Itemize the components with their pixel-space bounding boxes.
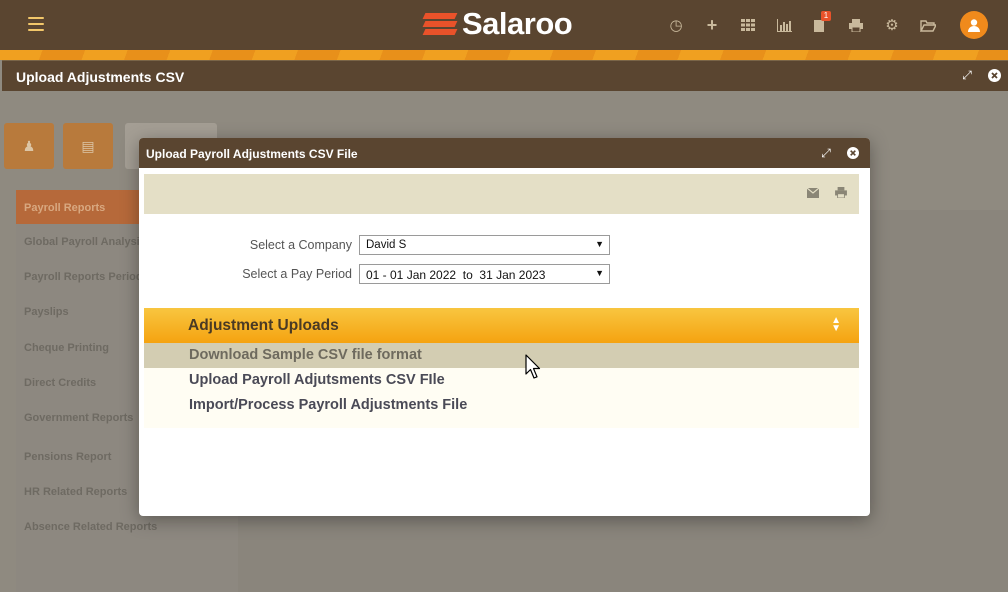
background-menu-item: Payroll Reports [24, 202, 106, 214]
top-toolbar: ◷ + 1 ⚙ [658, 10, 988, 40]
background-menu-item: Payslips [24, 306, 69, 318]
clock-icon[interactable]: ◷ [658, 10, 694, 40]
upload-csv-dialog: Upload Payroll Adjustments CSV File ⤢ Se… [139, 138, 870, 516]
background-menu-item: Direct Credits [24, 377, 97, 389]
download-sample-csv-link[interactable]: Download Sample CSV file format [144, 343, 859, 368]
link-label: Download Sample CSV file format [189, 347, 422, 363]
import-process-adjustments-link[interactable]: Import/Process Payroll Adjustments File [144, 393, 859, 418]
outer-window-header: Upload Adjustments CSV ⤢ [2, 60, 1008, 91]
link-label: Import/Process Payroll Adjustments File [189, 397, 468, 413]
company-select[interactable]: David S ▼ [359, 235, 610, 255]
background-menu-item: Payroll Reports Period [24, 271, 143, 283]
dialog-close-icon[interactable] [845, 145, 861, 161]
print-icon[interactable] [838, 10, 874, 40]
background-tile-card-icon: ▤ [63, 123, 113, 169]
header-stripe [0, 50, 1008, 60]
notification-badge: 1 [821, 11, 831, 21]
salaroo-logo: Salaroo [422, 6, 573, 42]
background-menu-item: Government Reports [24, 412, 134, 424]
grid-icon[interactable] [730, 10, 766, 40]
logo-mark-icon [422, 10, 458, 38]
pay-period-row: Select a Pay Period 01 - 01 Jan 2022 to … [139, 264, 870, 284]
chevron-down-icon: ▼ [595, 268, 604, 278]
accordion-title: Adjustment Uploads [188, 317, 339, 334]
print-icon[interactable] [835, 187, 847, 201]
documents-icon[interactable]: 1 [802, 10, 838, 40]
plus-icon[interactable]: + [694, 10, 730, 40]
pay-period-select[interactable]: 01 - 01 Jan 2022 to 31 Jan 2023 ▼ [359, 264, 610, 284]
background-menu-item: Global Payroll Analysis [24, 236, 146, 248]
background-menu-item: Pensions Report [24, 451, 112, 463]
bar-chart-icon[interactable] [766, 10, 802, 40]
gear-icon[interactable]: ⚙ [874, 10, 910, 40]
background-menu-item: Cheque Printing [24, 342, 109, 354]
background-menu-item: Absence Related Reports [24, 521, 158, 533]
minimize-icon[interactable]: ⤢ [959, 67, 975, 83]
pay-period-label: Select a Pay Period [242, 267, 352, 281]
close-icon[interactable] [986, 67, 1002, 83]
user-avatar-icon[interactable] [960, 11, 988, 39]
pay-period-value: 01 - 01 Jan 2022 to 31 Jan 2023 [366, 268, 546, 282]
sort-toggle-icon: ▲ ▼ [831, 315, 841, 334]
adjustment-uploads-accordion-header[interactable]: Adjustment Uploads ▲ ▼ [144, 308, 859, 343]
link-label: Upload Payroll Adjutsments CSV FIle [189, 372, 445, 388]
email-icon[interactable] [806, 187, 820, 201]
dialog-title: Upload Payroll Adjustments CSV File [146, 147, 358, 161]
dialog-header: Upload Payroll Adjustments CSV File ⤢ [139, 138, 870, 168]
dialog-minimize-icon[interactable]: ⤢ [818, 145, 834, 161]
app-top-bar: Salaroo ◷ + 1 ⚙ [0, 0, 1008, 60]
outer-window-title: Upload Adjustments CSV [16, 69, 185, 85]
company-label: Select a Company [249, 238, 352, 252]
upload-adjustments-csv-link[interactable]: Upload Payroll Adjutsments CSV FIle [144, 368, 859, 393]
folder-open-icon[interactable] [910, 10, 946, 40]
adjustment-uploads-panel: Download Sample CSV file format Upload P… [144, 343, 859, 428]
hamburger-menu-icon[interactable] [28, 17, 44, 31]
brand-name: Salaroo [462, 6, 573, 41]
mouse-cursor-icon [525, 354, 541, 379]
background-tile-user-icon: ♟ [4, 123, 54, 169]
dialog-toolbar [144, 174, 859, 214]
chevron-down-icon: ▼ [595, 239, 604, 249]
company-value: David S [366, 239, 407, 251]
company-row: Select a Company David S ▼ [139, 235, 870, 255]
background-menu-item: HR Related Reports [24, 486, 128, 498]
